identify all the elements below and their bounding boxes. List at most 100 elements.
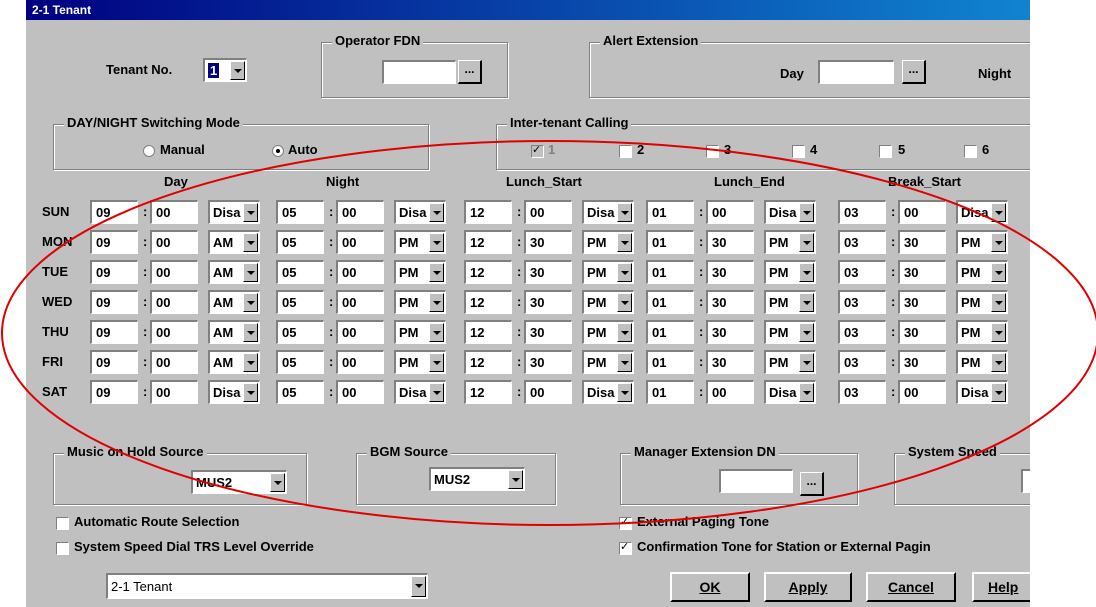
hour-input[interactable]: 09 <box>90 380 138 404</box>
ampm-select[interactable]: PM <box>956 230 1008 254</box>
external-paging-checkbox[interactable] <box>619 515 632 530</box>
minute-input[interactable]: 30 <box>898 230 946 254</box>
alert-day-browse-button[interactable]: ... <box>902 60 926 84</box>
hour-input[interactable]: 01 <box>646 230 694 254</box>
minute-input[interactable]: 30 <box>706 260 754 284</box>
chevron-down-icon[interactable] <box>617 233 632 252</box>
chevron-down-icon[interactable] <box>799 203 814 222</box>
operator-fdn-input[interactable] <box>382 60 456 84</box>
minute-input[interactable]: 30 <box>706 290 754 314</box>
hour-input[interactable]: 03 <box>838 320 886 344</box>
hour-input[interactable]: 01 <box>646 320 694 344</box>
chevron-down-icon[interactable] <box>243 233 258 252</box>
ampm-select[interactable]: Disa <box>764 380 816 404</box>
hour-input[interactable]: 01 <box>646 350 694 374</box>
chevron-down-icon[interactable] <box>799 293 814 312</box>
minute-input[interactable]: 00 <box>524 380 572 404</box>
chevron-down-icon[interactable] <box>508 470 523 489</box>
minute-input[interactable]: 00 <box>150 320 198 344</box>
chevron-down-icon[interactable] <box>991 383 1006 402</box>
ampm-select[interactable]: PM <box>582 230 634 254</box>
ampm-select[interactable]: PM <box>582 350 634 374</box>
minute-input[interactable]: 00 <box>336 230 384 254</box>
chevron-down-icon[interactable] <box>617 203 632 222</box>
chevron-down-icon[interactable] <box>991 233 1006 252</box>
hour-input[interactable]: 09 <box>90 200 138 224</box>
hour-input[interactable]: 09 <box>90 350 138 374</box>
ampm-select[interactable]: PM <box>764 260 816 284</box>
minute-input[interactable]: 30 <box>706 350 754 374</box>
hour-input[interactable]: 12 <box>464 290 512 314</box>
hour-input[interactable]: 09 <box>90 290 138 314</box>
confirmation-tone-checkbox[interactable] <box>619 540 632 555</box>
minute-input[interactable]: 30 <box>898 320 946 344</box>
chevron-down-icon[interactable] <box>243 323 258 342</box>
hour-input[interactable]: 12 <box>464 350 512 374</box>
ampm-select[interactable]: PM <box>764 230 816 254</box>
alert-day-input[interactable] <box>818 60 894 84</box>
ampm-select[interactable]: PM <box>956 260 1008 284</box>
ampm-select[interactable]: Disa <box>582 380 634 404</box>
inter-tenant-check-6[interactable] <box>964 145 977 158</box>
ampm-select[interactable]: AM <box>208 350 260 374</box>
hour-input[interactable]: 03 <box>838 200 886 224</box>
chevron-down-icon[interactable] <box>799 263 814 282</box>
hour-input[interactable]: 05 <box>276 260 324 284</box>
ampm-select[interactable]: PM <box>764 320 816 344</box>
minute-input[interactable]: 30 <box>524 260 572 284</box>
chevron-down-icon[interactable] <box>429 383 444 402</box>
hour-input[interactable]: 03 <box>838 260 886 284</box>
hour-input[interactable]: 03 <box>838 380 886 404</box>
hour-input[interactable]: 05 <box>276 290 324 314</box>
chevron-down-icon[interactable] <box>991 353 1006 372</box>
chevron-down-icon[interactable] <box>429 233 444 252</box>
chevron-down-icon[interactable] <box>799 233 814 252</box>
chevron-down-icon[interactable] <box>799 323 814 342</box>
hour-input[interactable]: 05 <box>276 200 324 224</box>
ampm-select[interactable]: Disa <box>394 380 446 404</box>
ampm-select[interactable]: PM <box>956 290 1008 314</box>
ampm-select[interactable]: Disa <box>394 200 446 224</box>
ampm-select[interactable]: PM <box>394 290 446 314</box>
chevron-down-icon[interactable] <box>429 293 444 312</box>
hour-input[interactable]: 01 <box>646 200 694 224</box>
chevron-down-icon[interactable] <box>429 203 444 222</box>
minute-input[interactable]: 30 <box>898 290 946 314</box>
minute-input[interactable]: 00 <box>336 350 384 374</box>
minute-input[interactable]: 30 <box>706 320 754 344</box>
ampm-select[interactable]: AM <box>208 320 260 344</box>
hour-input[interactable]: 03 <box>838 290 886 314</box>
chevron-down-icon[interactable] <box>617 353 632 372</box>
inter-tenant-check-4[interactable] <box>792 145 805 158</box>
manual-radio[interactable] <box>143 145 155 157</box>
tenant-selector[interactable]: 2-1 Tenant <box>106 573 428 599</box>
minute-input[interactable]: 00 <box>898 380 946 404</box>
ampm-select[interactable]: PM <box>764 290 816 314</box>
hour-input[interactable]: 09 <box>90 230 138 254</box>
ampm-select[interactable]: Disa <box>764 200 816 224</box>
hour-input[interactable]: 12 <box>464 260 512 284</box>
hour-input[interactable]: 09 <box>90 260 138 284</box>
minute-input[interactable]: 00 <box>706 200 754 224</box>
ampm-select[interactable]: PM <box>394 230 446 254</box>
hour-input[interactable]: 03 <box>838 230 886 254</box>
chevron-down-icon[interactable] <box>243 383 258 402</box>
chevron-down-icon[interactable] <box>991 323 1006 342</box>
ampm-select[interactable]: PM <box>582 260 634 284</box>
auto-radio[interactable] <box>272 145 284 157</box>
minute-input[interactable]: 30 <box>524 350 572 374</box>
chevron-down-icon[interactable] <box>429 263 444 282</box>
chevron-down-icon[interactable] <box>991 203 1006 222</box>
hour-input[interactable]: 03 <box>838 350 886 374</box>
minute-input[interactable]: 00 <box>150 200 198 224</box>
hour-input[interactable]: 01 <box>646 260 694 284</box>
manager-extension-input[interactable] <box>719 469 793 493</box>
minute-input[interactable]: 00 <box>336 260 384 284</box>
inter-tenant-check-2[interactable] <box>619 145 632 158</box>
minute-input[interactable]: 00 <box>150 350 198 374</box>
chevron-down-icon[interactable] <box>243 263 258 282</box>
hour-input[interactable]: 05 <box>276 230 324 254</box>
hour-input[interactable]: 05 <box>276 320 324 344</box>
chevron-down-icon[interactable] <box>243 293 258 312</box>
chevron-down-icon[interactable] <box>991 263 1006 282</box>
